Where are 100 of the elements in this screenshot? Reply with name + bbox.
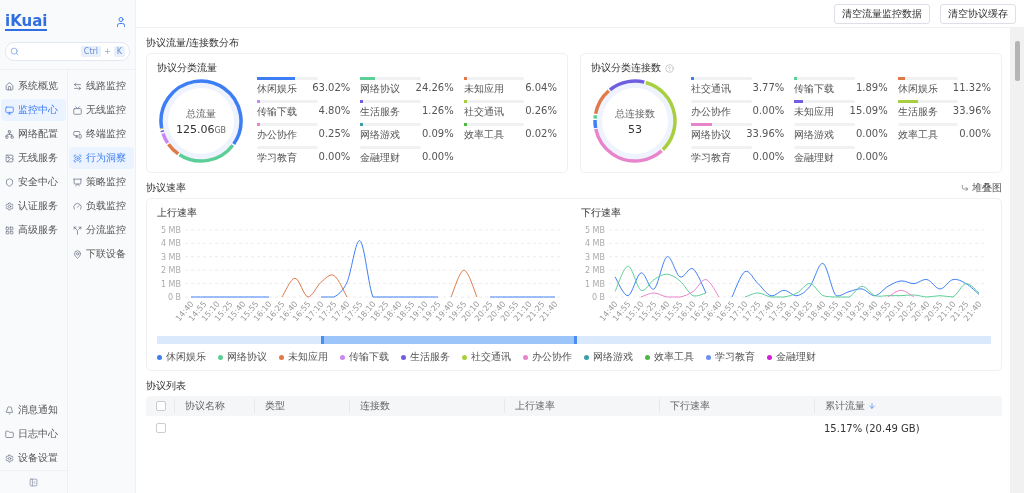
legend-item[interactable]: 效率工具 xyxy=(645,350,694,364)
shortcut-key: K xyxy=(113,46,125,57)
logo: iKuai xyxy=(5,13,48,31)
category-share: 0.02% xyxy=(525,128,557,141)
legend-item[interactable]: 金融理财 xyxy=(767,350,816,364)
toolbar-button[interactable]: 清空流量监控数据 xyxy=(834,3,930,24)
scrollbar[interactable] xyxy=(1010,28,1024,493)
category-share: 63.02% xyxy=(312,82,351,95)
column-header[interactable]: 上行速率 xyxy=(504,399,659,413)
subnav-item[interactable]: 分流监控 xyxy=(69,219,134,241)
network-icon xyxy=(5,129,14,139)
user-icon[interactable] xyxy=(115,16,127,28)
category-share: 0.00% xyxy=(421,151,454,164)
category-share: 0.09% xyxy=(421,128,454,141)
category-name: 生活服务 xyxy=(897,105,938,119)
category-share: 4.80% xyxy=(318,105,351,118)
split-icon xyxy=(73,225,82,235)
category-name: 办公协作 xyxy=(691,105,731,119)
y-tick-label: 2 MB xyxy=(584,266,605,276)
table-cell-text: 15.17% (20.49 GB) xyxy=(823,422,921,434)
category-name: 社交通讯 xyxy=(463,105,504,119)
nav-item[interactable]: 无线服务 xyxy=(1,147,66,169)
nav-item[interactable]: 消息通知 xyxy=(1,399,66,421)
subnav-item[interactable]: 线路监控 xyxy=(69,75,134,97)
toolbar-button[interactable]: 清空协议缓存 xyxy=(940,3,1016,24)
shortcut-key: Ctrl xyxy=(80,46,102,57)
legend-item[interactable]: 传输下载 xyxy=(340,350,389,364)
collapse-icon[interactable] xyxy=(29,477,38,487)
category-name: 办公协作 xyxy=(257,128,297,142)
pin-icon xyxy=(73,249,82,259)
help-icon[interactable] xyxy=(665,63,674,73)
gear-icon xyxy=(5,201,14,211)
nav-item[interactable]: 日志中心 xyxy=(1,423,66,445)
category-share: 0.00% xyxy=(855,128,888,141)
scan-icon xyxy=(73,153,82,163)
category-share: 0.00% xyxy=(855,151,888,164)
nav-item[interactable]: 系统概览 xyxy=(1,75,66,97)
category-name: 网络游戏 xyxy=(794,128,835,142)
section-title: 协议速率 xyxy=(146,181,186,195)
category-share: 15.09% xyxy=(849,105,888,118)
legend-item[interactable]: 办公协作 xyxy=(523,350,572,364)
nav-item[interactable]: 设备设置 xyxy=(1,447,66,469)
category-share: 33.96% xyxy=(746,128,785,141)
home-icon xyxy=(5,81,14,91)
checkbox[interactable] xyxy=(156,401,166,411)
subnav-item[interactable]: 终端监控 xyxy=(69,123,134,145)
slider-handle[interactable] xyxy=(321,336,325,344)
subnav-item[interactable]: 策略监控 xyxy=(69,171,134,193)
donut-label: 总连接数 xyxy=(615,106,655,121)
subnav-item[interactable]: 下联设备 xyxy=(69,243,134,265)
subnav-item[interactable]: 无线监控 xyxy=(69,99,134,121)
stack-toggle[interactable]: 堆叠图 xyxy=(961,181,1002,195)
donut-label: 总流量 xyxy=(186,106,216,121)
donut-value: 53 xyxy=(628,122,642,136)
image-icon xyxy=(5,153,14,163)
legend-item[interactable]: 休闲娱乐 xyxy=(157,350,206,364)
screen-icon xyxy=(73,105,82,115)
column-header[interactable]: 类型 xyxy=(254,399,349,413)
category-name: 网络协议 xyxy=(360,82,401,96)
nav-item[interactable]: 高级服务 xyxy=(1,219,66,241)
category-share: 1.89% xyxy=(855,82,888,95)
y-tick-label: 5 MB xyxy=(584,226,605,235)
category-name: 未知应用 xyxy=(794,105,835,119)
y-tick-label: 0 B xyxy=(591,293,605,302)
category-share: 0.00% xyxy=(752,151,785,164)
card-title: 协议分类连接数 xyxy=(591,61,661,75)
subnav-item[interactable]: 行为洞察 xyxy=(69,147,134,169)
legend-item[interactable]: 网络游戏 xyxy=(584,350,633,364)
zoom-slider[interactable] xyxy=(157,336,991,344)
legend-item[interactable]: 社交通讯 xyxy=(462,350,511,364)
category-name: 金融理财 xyxy=(360,151,401,165)
nav-item[interactable]: 安全中心 xyxy=(1,171,66,193)
gauge-icon xyxy=(73,201,82,211)
bell-icon xyxy=(5,405,14,415)
category-name: 社交通讯 xyxy=(691,82,731,96)
legend-item[interactable]: 生活服务 xyxy=(401,350,450,364)
nav-item[interactable]: 网络配置 xyxy=(1,123,66,145)
legend-item[interactable]: 未知应用 xyxy=(279,350,328,364)
category-name: 未知应用 xyxy=(463,82,504,96)
column-header[interactable]: 累计流量 xyxy=(814,399,1002,413)
checkbox[interactable] xyxy=(156,423,166,433)
slider-handle[interactable] xyxy=(573,336,577,344)
search-icon xyxy=(10,47,19,56)
category-name: 生活服务 xyxy=(360,105,401,119)
category-share: 0.00% xyxy=(959,128,991,141)
column-header[interactable]: 下行速率 xyxy=(659,399,814,413)
legend-item[interactable]: 学习教育 xyxy=(706,350,755,364)
legend-item[interactable]: 网络协议 xyxy=(218,350,267,364)
subnav-item[interactable]: 负载监控 xyxy=(69,195,134,217)
y-tick-label: 5 MB xyxy=(160,226,181,235)
category-share: 1.26% xyxy=(421,105,454,118)
y-tick-label: 0 B xyxy=(167,293,181,302)
y-tick-label: 4 MB xyxy=(160,239,181,249)
shield-icon xyxy=(5,177,14,187)
y-tick-label: 3 MB xyxy=(584,252,605,262)
column-header[interactable]: 连接数 xyxy=(349,399,504,413)
nav-item[interactable]: 监控中心 xyxy=(1,99,66,121)
nav-item[interactable]: 认证服务 xyxy=(1,195,66,217)
column-header[interactable]: 协议名称 xyxy=(174,399,254,413)
gear-icon xyxy=(5,453,14,463)
